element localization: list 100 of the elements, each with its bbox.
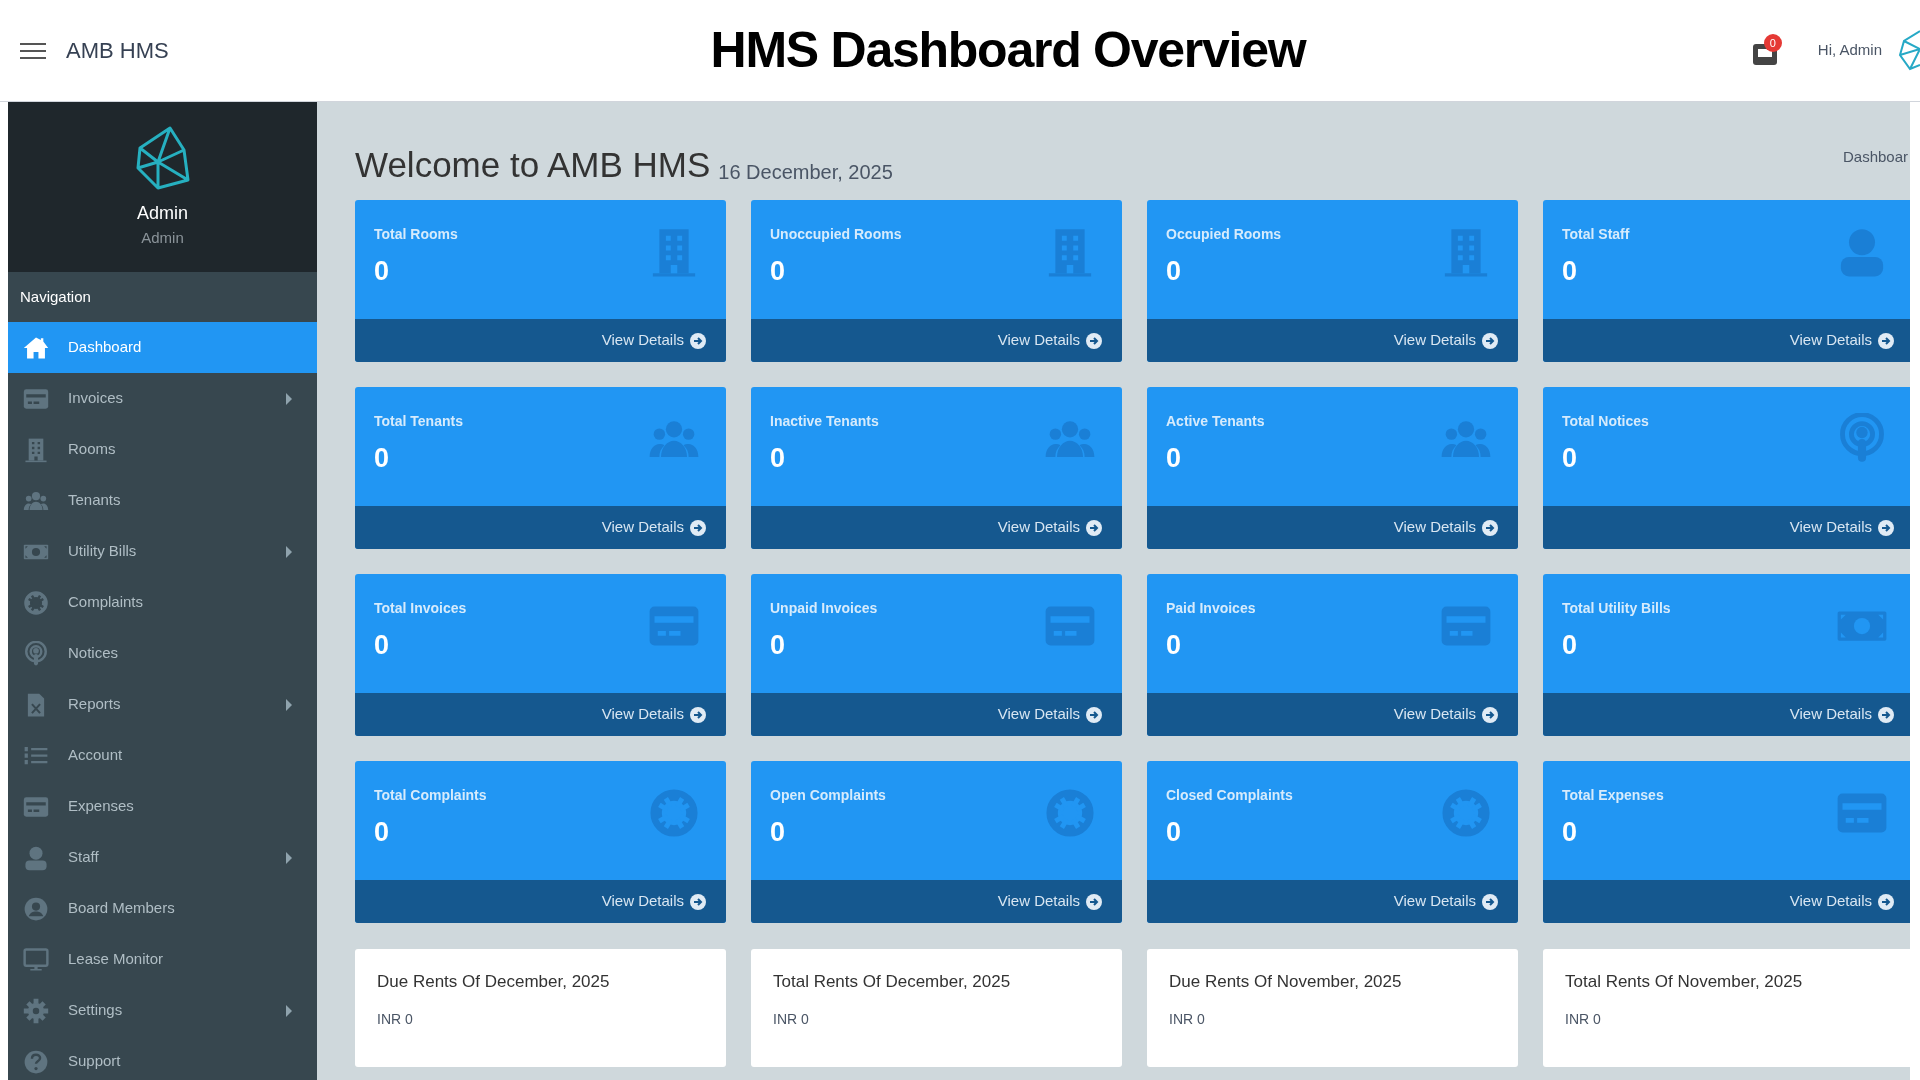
rent-title: Due Rents Of December, 2025 <box>377 971 611 993</box>
card-value: 0 <box>1562 816 1579 849</box>
menu-icon[interactable] <box>20 42 46 59</box>
user-role: Admin <box>141 228 184 248</box>
view-details-link[interactable]: View Details <box>1147 319 1518 362</box>
card-title: Total Expenses <box>1562 786 1665 805</box>
view-details-link[interactable]: View Details <box>751 319 1122 362</box>
card-value: 0 <box>1166 816 1183 849</box>
nav-item[interactable]: Dashboard <box>8 322 317 373</box>
breadcrumb-link[interactable]: Dashboar <box>1842 146 1908 169</box>
rent-title: Total Rents Of November, 2025 <box>1565 971 1804 993</box>
arrow-circle-icon <box>1878 706 1894 723</box>
card-value: 0 <box>770 816 787 849</box>
card-title: Inactive Tenants <box>770 412 880 431</box>
nav-item[interactable]: Complaints <box>8 577 317 628</box>
view-details-link[interactable]: View Details <box>355 506 726 549</box>
arrow-circle-icon <box>1482 706 1498 723</box>
user-icon <box>23 844 49 871</box>
view-details-link[interactable]: View Details <box>751 693 1122 736</box>
card-value: 0 <box>1166 442 1183 475</box>
user-circle-icon <box>23 895 49 922</box>
card-value: 0 <box>374 442 391 475</box>
card-title: Total Invoices <box>374 599 468 618</box>
nav-item[interactable]: Lease Monitor <box>8 934 317 985</box>
settings-icon <box>23 997 49 1024</box>
user-name: Admin <box>137 202 188 225</box>
rent-title: Total Rents Of December, 2025 <box>773 971 1012 993</box>
help-icon <box>23 1048 49 1075</box>
logo-icon <box>1898 28 1920 73</box>
arrow-circle-icon <box>1482 519 1498 536</box>
card-title: Total Staff <box>1562 225 1631 244</box>
view-details-link[interactable]: View Details <box>1147 506 1518 549</box>
view-details-link[interactable]: View Details <box>1543 693 1910 736</box>
view-details-link[interactable]: View Details <box>1543 319 1910 362</box>
card-value: 0 <box>770 255 787 288</box>
card-title: Total Utility Bills <box>1562 599 1672 618</box>
nav-item[interactable]: Support <box>8 1036 317 1080</box>
podcast-icon <box>23 640 49 667</box>
rent-title: Due Rents Of November, 2025 <box>1169 971 1403 993</box>
nav-item[interactable]: Tenants <box>8 475 317 526</box>
view-details-link[interactable]: View Details <box>355 693 726 736</box>
nav-heading: Navigation <box>20 286 91 307</box>
card-value: 0 <box>374 629 391 662</box>
card-value: 0 <box>1562 629 1579 662</box>
card-title: Closed Complaints <box>1166 786 1294 805</box>
app-name: AMB HMS <box>66 37 169 65</box>
nav-item[interactable]: Invoices <box>8 373 317 424</box>
rent-amount: INR 0 <box>377 1009 414 1029</box>
nav-item[interactable]: Board Members <box>8 883 317 934</box>
arrow-circle-icon <box>690 706 706 723</box>
view-details-link[interactable]: View Details <box>355 880 726 923</box>
arrow-circle-icon <box>1086 706 1102 723</box>
card-value: 0 <box>1166 255 1183 288</box>
arrow-circle-icon <box>1482 893 1498 910</box>
card-value: 0 <box>1562 442 1579 475</box>
view-details-link[interactable]: View Details <box>751 506 1122 549</box>
monitor-icon <box>23 946 49 973</box>
nav-item[interactable]: Notices <box>8 628 317 679</box>
arrow-circle-icon <box>690 332 706 349</box>
arrow-circle-icon <box>1086 332 1102 349</box>
view-details-link[interactable]: View Details <box>1147 880 1518 923</box>
arrow-circle-icon <box>1482 332 1498 349</box>
card-title: Occupied Rooms <box>1166 225 1283 244</box>
notification-badge: 0 <box>1763 33 1782 52</box>
card-value: 0 <box>1166 629 1183 662</box>
view-details-link[interactable]: View Details <box>1543 880 1910 923</box>
arrow-circle-icon <box>1878 519 1894 536</box>
rent-amount: INR 0 <box>1565 1009 1602 1029</box>
rent-amount: INR 0 <box>1169 1009 1206 1029</box>
card-title: Paid Invoices <box>1166 599 1257 618</box>
nav-item[interactable]: Utility Bills <box>8 526 317 577</box>
nav-item[interactable]: Account <box>8 730 317 781</box>
arrow-circle-icon <box>1878 332 1894 349</box>
nav-item[interactable]: Rooms <box>8 424 317 475</box>
arrow-circle-icon <box>1086 893 1102 910</box>
card-value: 0 <box>374 255 391 288</box>
nav-item[interactable]: Expenses <box>8 781 317 832</box>
card-title: Unoccupied Rooms <box>770 225 903 244</box>
arrow-circle-icon <box>1086 519 1102 536</box>
view-details-link[interactable]: View Details <box>1543 506 1910 549</box>
arrow-circle-icon <box>690 893 706 910</box>
nav-item[interactable]: Staff <box>8 832 317 883</box>
welcome-heading: Welcome to AMB HMS <box>355 147 711 182</box>
nav-item[interactable]: Reports <box>8 679 317 730</box>
card-title: Total Complaints <box>374 786 488 805</box>
card-value: 0 <box>770 442 787 475</box>
view-details-link[interactable]: View Details <box>355 319 726 362</box>
view-details-link[interactable]: View Details <box>1147 693 1518 736</box>
current-date: 16 December, 2025 <box>718 162 893 182</box>
card-title: Unpaid Invoices <box>770 599 879 618</box>
nav-item[interactable]: Settings <box>8 985 317 1036</box>
greeting: Hi, Admin <box>1817 40 1882 61</box>
card-value: 0 <box>374 816 391 849</box>
page-title: HMS Dashboard Overview <box>710 21 1306 80</box>
view-details-link[interactable]: View Details <box>751 880 1122 923</box>
building-icon <box>23 436 49 463</box>
card-title: Open Complaints <box>770 786 887 805</box>
card-title: Total Rooms <box>374 225 459 244</box>
card-title: Active Tenants <box>1166 412 1266 431</box>
arrow-circle-icon <box>1878 893 1894 910</box>
